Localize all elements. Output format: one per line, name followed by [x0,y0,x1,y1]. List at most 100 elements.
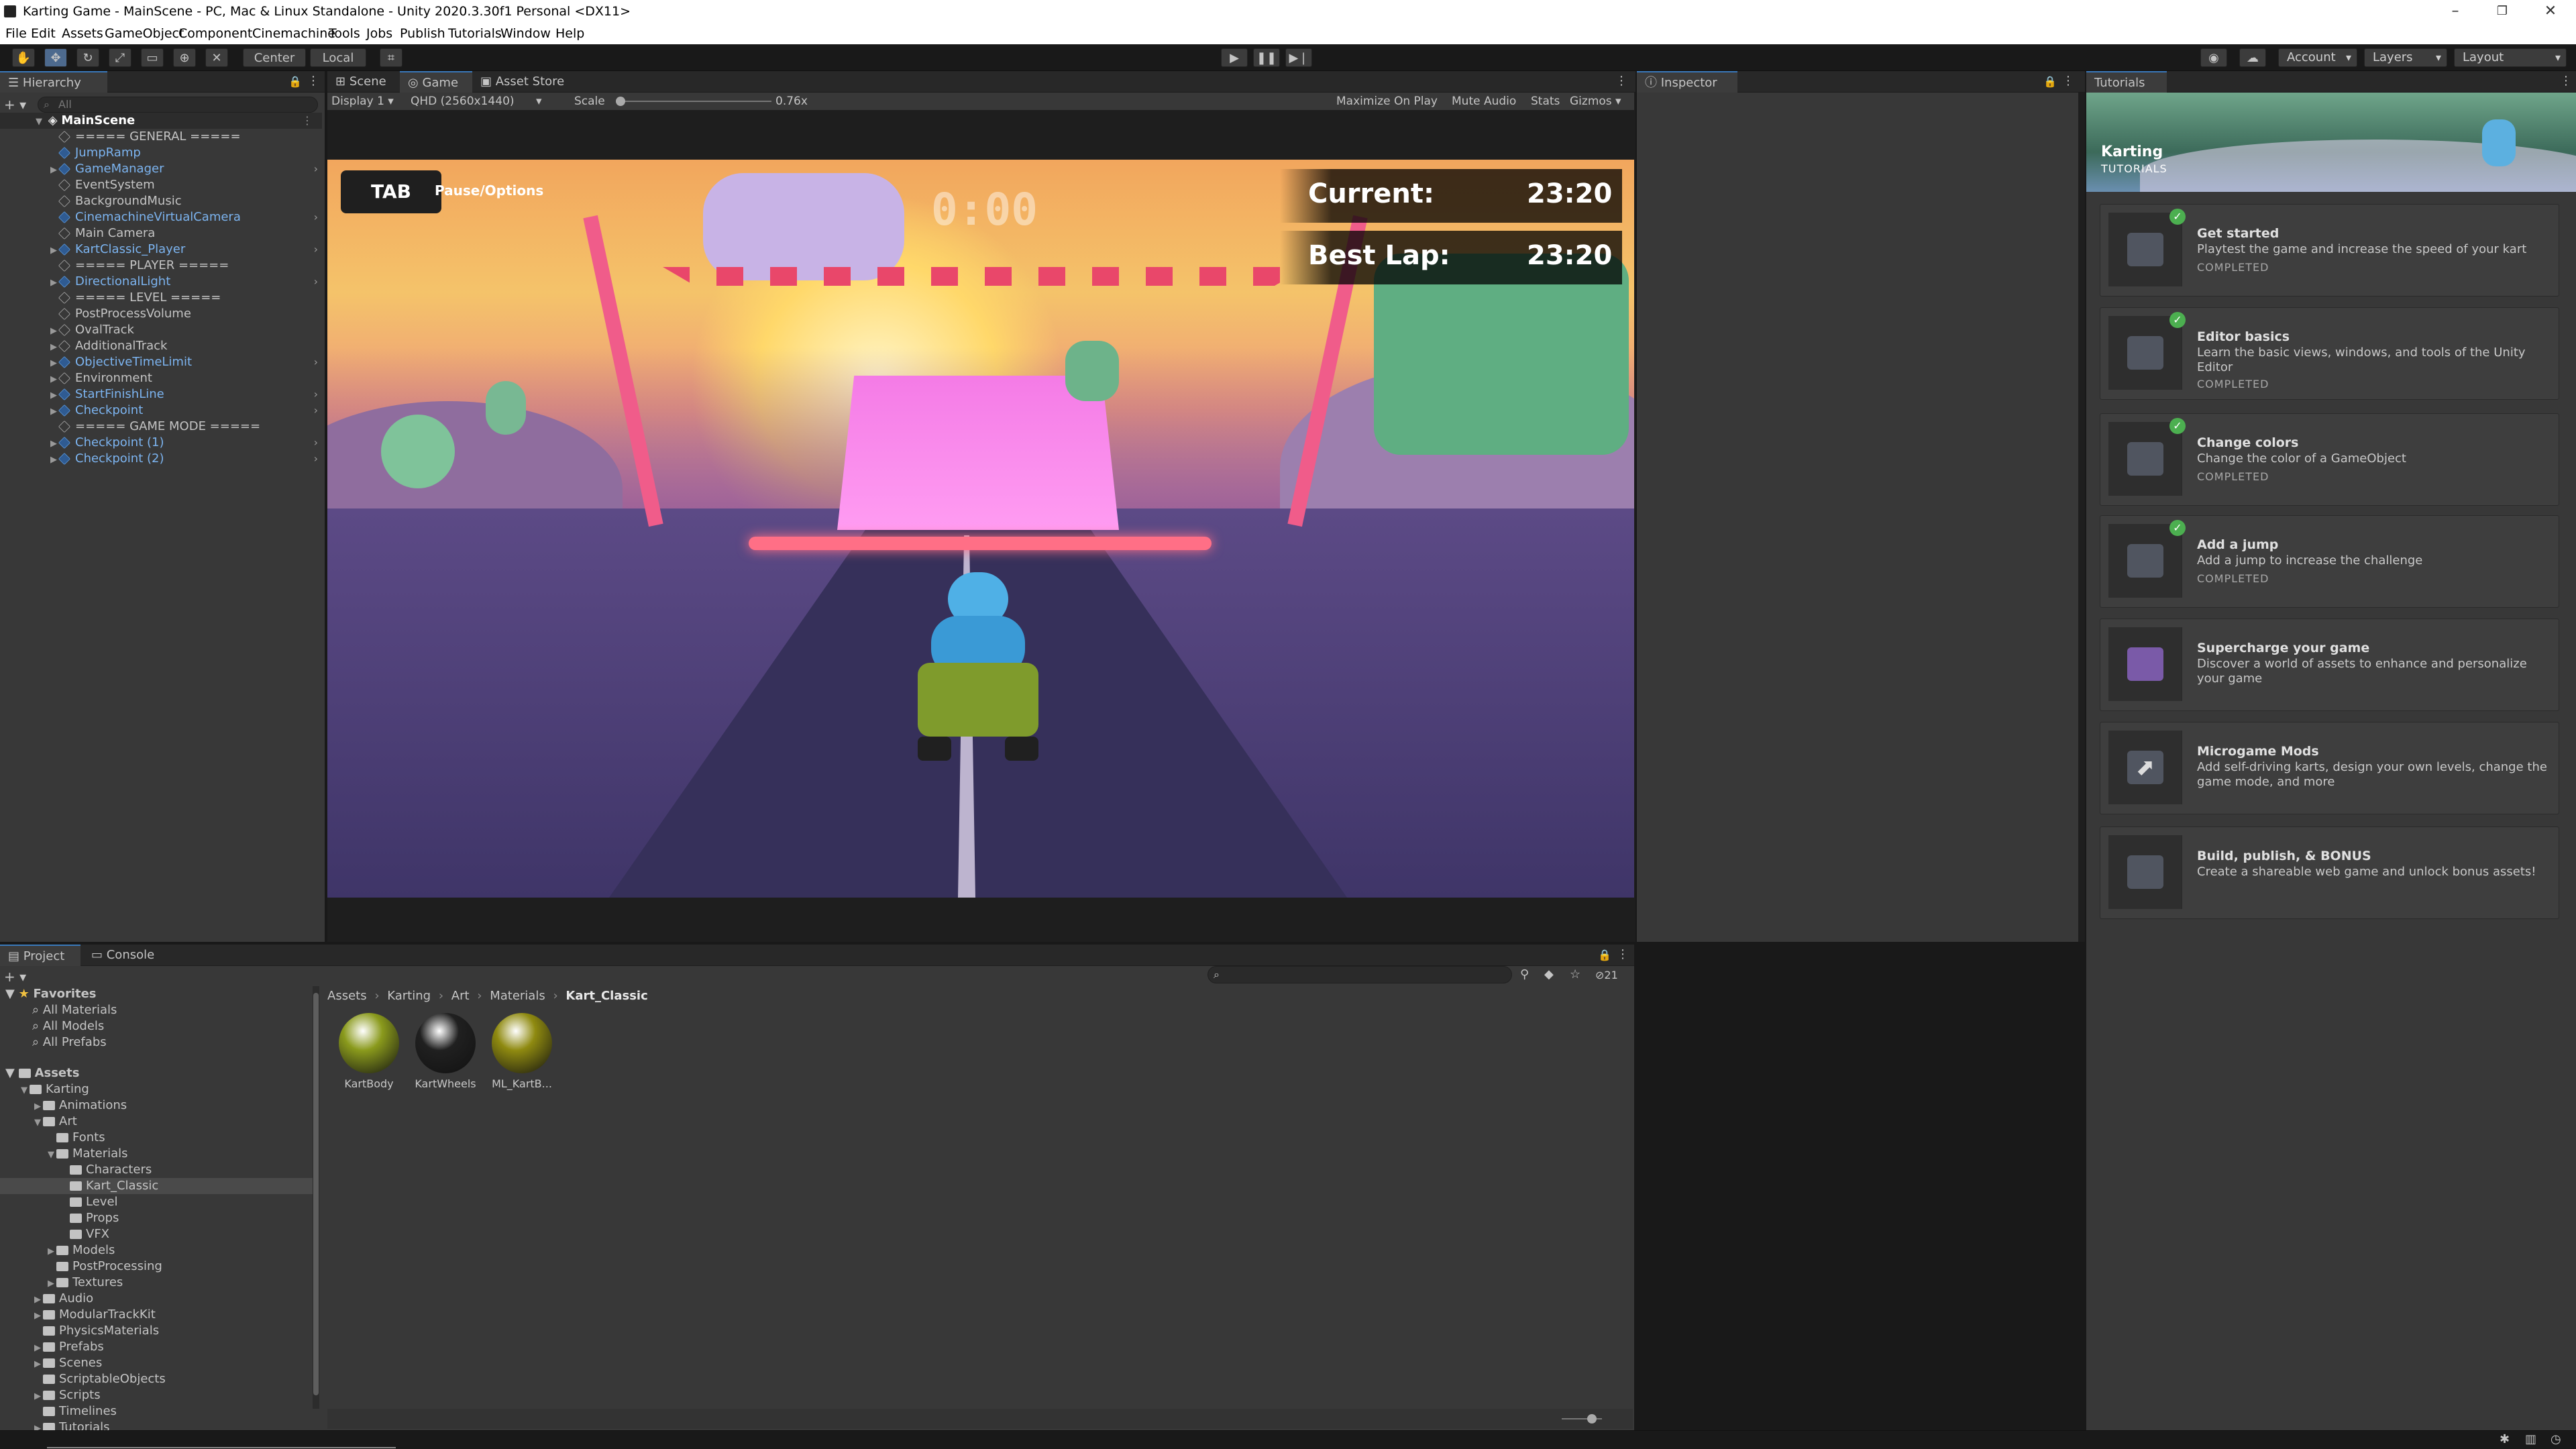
hierarchy-item[interactable]: ▶ Checkpoint (2) › [0,451,322,467]
hierarchy-item[interactable]: ▶ ObjectiveTimeLimit › [0,354,322,370]
favorite-star-icon[interactable]: ☆ [1570,967,1580,981]
project-folder-row[interactable]: PhysicsMaterials [0,1323,313,1339]
hierarchy-item[interactable]: ===== GAME MODE ===== [0,419,322,435]
project-folder-row[interactable]: ▶ ModularTrackKit [0,1307,313,1323]
hierarchy-item[interactable]: CinemachineVirtualCamera › [0,209,322,225]
expand-arrow-icon[interactable]: ▶ [48,162,59,178]
menu-component[interactable]: Component [178,26,252,41]
breadcrumb-karting[interactable]: Karting [387,989,431,1003]
chevron-right-icon[interactable]: › [314,241,318,258]
expand-arrow-icon[interactable]: ▶ [48,339,59,356]
folder-expand-icon[interactable]: ▼ [32,1115,43,1131]
favorite-all-models[interactable]: ⌕ All Models [32,1018,104,1034]
project-folder-row[interactable]: Timelines [0,1403,313,1419]
folder-expand-icon[interactable]: ▶ [46,1276,56,1292]
folder-expand-icon[interactable]: ▶ [32,1340,43,1356]
collab-icon[interactable]: ◉ [2200,48,2227,67]
tutorial-card[interactable]: Supercharge your game Discover a world of… [2100,619,2559,711]
project-folder-row[interactable]: ▶ Audio [0,1291,313,1307]
hierarchy-item[interactable]: ▶ Environment [0,370,322,386]
expand-arrow-icon[interactable]: ▶ [48,275,59,291]
zoom-slider-thumb[interactable] [1587,1414,1597,1424]
filter-label-icon[interactable]: ◆ [1544,967,1554,981]
layers-dropdown[interactable]: Layers [2364,48,2447,67]
hierarchy-item[interactable]: ===== LEVEL ===== [0,290,322,306]
project-folder-row[interactable]: ▼ Karting [0,1081,313,1097]
folder-expand-icon[interactable]: ▶ [32,1308,43,1324]
expand-arrow-icon[interactable]: ▶ [48,243,59,259]
project-folder-row[interactable]: ▶ Animations [0,1097,313,1114]
maximize-on-play-toggle[interactable]: Maximize On Play [1336,93,1438,110]
breadcrumb-kart-classic[interactable]: Kart_Classic [566,989,647,1003]
transform-tool-icon[interactable]: ⊕ [173,48,196,67]
tab-hierarchy[interactable]: ☰ Hierarchy [0,71,107,93]
favorite-all-prefabs[interactable]: ⌕ All Prefabs [32,1034,107,1051]
assets-root[interactable]: ▼ Assets [5,1065,79,1081]
auto-generate-icon[interactable]: ◷ [2551,1432,2561,1446]
tree-scrollbar-thumb[interactable] [313,993,319,1395]
chevron-right-icon[interactable]: › [314,435,318,451]
menu-window[interactable]: Window [500,26,551,41]
inspector-menu-icon[interactable]: ⋮ [2062,74,2074,88]
project-folder-row[interactable]: Props [0,1210,313,1226]
resolution-dropdown[interactable]: QHD (2560x1440) ▾ [411,93,541,110]
scene-menu-icon[interactable]: ⋮ [302,113,313,129]
project-search-input[interactable]: ⌕ [1208,966,1512,983]
folder-expand-icon[interactable]: ▼ [19,1083,30,1099]
project-folder-row[interactable]: PostProcessing [0,1258,313,1275]
project-folder-row[interactable]: ▼ Materials [0,1146,313,1162]
project-folder-row[interactable]: Level [0,1194,313,1210]
tutorial-card[interactable]: ✓ Add a jump Add a jump to increase the ch… [2100,515,2559,608]
expand-arrow-icon[interactable]: ▶ [48,436,59,452]
expand-arrow-icon[interactable]: ▶ [48,323,59,339]
scale-tool-icon[interactable]: ⤢ [109,48,131,67]
folder-expand-icon[interactable]: ▶ [32,1389,43,1405]
project-folder-row[interactable]: ▼ Art [0,1114,313,1130]
chevron-right-icon[interactable]: › [314,386,318,402]
hierarchy-item[interactable]: ▶ KartClassic_Player › [0,241,322,258]
tab-inspector[interactable]: ⓘ Inspector [1637,71,1737,93]
game-render-view[interactable]: TAB Pause/Options 0:00 Current: 23:20 Be… [327,160,1634,898]
play-icon[interactable]: ▶ [1221,48,1248,67]
hierarchy-item[interactable]: PostProcessVolume [0,306,322,322]
menu-file[interactable]: File [5,26,27,41]
tab-console[interactable]: ▭ Console [83,945,164,966]
tab-game[interactable]: ◎ Game [400,71,472,93]
close-icon[interactable]: ✕ [2536,1,2565,21]
display-dropdown[interactable]: Display 1 ▾ [331,93,394,110]
breadcrumb-materials[interactable]: Materials [490,989,545,1003]
menu-assets[interactable]: Assets [62,26,103,41]
hierarchy-item[interactable]: Main Camera [0,225,322,241]
scale-slider-track[interactable] [620,101,771,102]
hierarchy-item[interactable]: ▶ AdditionalTrack [0,338,322,354]
gizmos-dropdown[interactable]: Gizmos ▾ [1570,93,1621,110]
step-icon[interactable]: ▶❘ [1285,48,1312,67]
expand-arrow-icon[interactable]: ▼ [34,114,44,130]
create-add-button[interactable]: + ▾ [4,97,34,113]
tab-tutorials[interactable]: Tutorials [2086,71,2167,93]
menu-gameobject[interactable]: GameObject [105,26,184,41]
inspector-lock-icon[interactable]: 🔒 [2043,75,2057,88]
project-folder-row[interactable]: ▶ Scripts [0,1387,313,1403]
project-create-button[interactable]: + ▾ [4,969,26,985]
project-folder-row[interactable]: Kart_Classic [0,1178,313,1194]
layout-dropdown[interactable]: Layout [2454,48,2567,67]
menu-publish[interactable]: Publish [400,26,445,41]
hierarchy-item[interactable]: BackgroundMusic [0,193,322,209]
pivot-center-toggle[interactable]: Center [243,48,306,67]
hierarchy-search-input[interactable]: ⌕ All [38,97,318,113]
material-asset[interactable]: KartWheels [412,1013,479,1090]
menu-cinemachine[interactable]: Cinemachine [252,26,335,41]
hand-tool-icon[interactable]: ✋ [12,48,35,67]
material-asset[interactable]: ML_KartB... [488,1013,555,1090]
tutorials-menu-icon[interactable]: ⋮ [2560,74,2572,88]
rect-tool-icon[interactable]: ▭ [141,48,164,67]
hierarchy-item[interactable]: JumpRamp [0,145,322,161]
rotate-tool-icon[interactable]: ↻ [76,48,99,67]
project-folder-row[interactable]: ScriptableObjects [0,1371,313,1387]
cache-icon[interactable]: ▥ [2525,1432,2536,1446]
scale-slider-thumb[interactable] [616,97,625,106]
tab-asset-store[interactable]: ▣ Asset Store [472,71,573,93]
chevron-right-icon[interactable]: › [314,274,318,290]
tutorial-card[interactable]: Build, publish, & BONUS Create a shareabl… [2100,826,2559,919]
